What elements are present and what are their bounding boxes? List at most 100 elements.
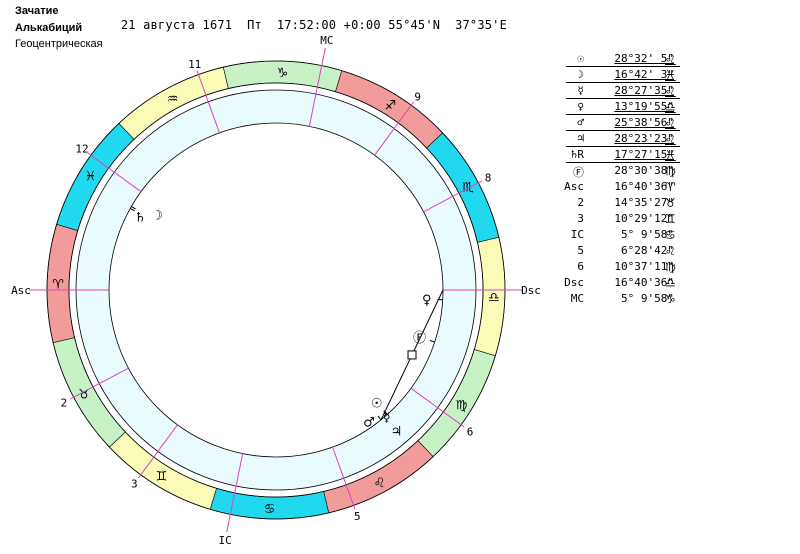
mars-icon: ♂ bbox=[363, 415, 375, 430]
cusp-label-ic: IC bbox=[218, 534, 231, 547]
position-label: ♀ bbox=[577, 100, 584, 113]
cusp-label-2: 2 bbox=[61, 396, 68, 409]
position-sign-icon: ♍ bbox=[665, 260, 676, 274]
position-sign-icon: ♉ bbox=[665, 196, 676, 210]
position-label: IC bbox=[570, 228, 584, 241]
cusp-label-9: 9 bbox=[414, 90, 421, 103]
position-label: 5 bbox=[577, 244, 584, 257]
position-sign-icon: ♍ bbox=[665, 164, 676, 178]
cusp-label-12: 12 bbox=[75, 143, 88, 156]
row-underline bbox=[566, 66, 680, 67]
position-label: MC bbox=[570, 292, 584, 305]
natal-wheel: ♈♉♊♋♌♍♎♏♐♑♒♓ Asc23IC56Dsc89MC1112 ☉☽☿♀♂♃… bbox=[11, 34, 540, 547]
position-label: Asc bbox=[564, 180, 584, 193]
position-sign-icon: ♎ bbox=[665, 276, 676, 290]
leo-icon: ♌ bbox=[374, 476, 386, 491]
position-row-mercury: ☿ 28°27'35" ♌ bbox=[544, 84, 684, 100]
position-sign-icon: ♑ bbox=[665, 292, 676, 306]
aspect-square-icon bbox=[407, 350, 417, 360]
position-sign-icon: ♌ bbox=[665, 116, 676, 130]
position-sign-icon: ♓ bbox=[665, 148, 676, 162]
position-value: 14°35'27" bbox=[614, 196, 674, 209]
position-sign-icon: ♌ bbox=[665, 244, 676, 258]
position-sign-icon: ♌ bbox=[665, 132, 676, 146]
position-label: Ⓕ bbox=[573, 166, 584, 179]
position-value: 28°23'23" bbox=[614, 132, 674, 145]
position-row-moon: ☽ 16°42' 3" ♓ bbox=[544, 68, 684, 84]
position-value: 13°19'55" bbox=[614, 100, 674, 113]
position-label: 6 bbox=[577, 260, 584, 273]
positions-table: ☉ 28°32' 5" ♌ ☽ 16°42' 3" ♓ ☿ 28°27'35" ♌ ♀ 13°19'… bbox=[544, 52, 684, 308]
position-value: 10°29'12" bbox=[614, 212, 674, 225]
moon-icon: ☽ bbox=[151, 209, 163, 224]
virgo-icon: ♍ bbox=[456, 398, 468, 413]
jupiter-icon: ♃ bbox=[391, 425, 403, 440]
position-sign-icon: ♎ bbox=[665, 100, 676, 114]
center-circle bbox=[108, 122, 444, 458]
cusp-label-8: 8 bbox=[485, 172, 492, 185]
position-sign-icon: ♌ bbox=[665, 84, 676, 98]
position-row-ic: IC 5° 9'58" ♋ bbox=[544, 228, 684, 244]
position-row-mars: ♂ 25°38'56" ♌ bbox=[544, 116, 684, 132]
venus-icon: ♀ bbox=[422, 293, 432, 308]
position-value: 28°30'38" bbox=[614, 164, 674, 177]
position-value: 16°40'36" bbox=[614, 180, 674, 193]
libra-icon: ♎ bbox=[488, 290, 500, 305]
position-row-venus: ♀ 13°19'55" ♎ bbox=[544, 100, 684, 116]
position-value: 28°32' 5" bbox=[614, 52, 674, 65]
position-label: ☽ bbox=[577, 68, 584, 81]
cusp-label-asc: Asc bbox=[11, 284, 31, 297]
position-label: ♄R bbox=[570, 148, 584, 161]
aquarius-icon: ♒ bbox=[167, 92, 179, 107]
position-value: 5° 9'58" bbox=[621, 228, 674, 241]
row-underline bbox=[566, 162, 680, 163]
position-row-jupiter: ♃ 28°23'23" ♌ bbox=[544, 132, 684, 148]
cusp-label-3: 3 bbox=[131, 478, 138, 491]
position-sign-icon: ♓ bbox=[665, 68, 676, 82]
position-sign-icon: ♌ bbox=[665, 52, 676, 66]
position-label: 2 bbox=[577, 196, 584, 209]
cusp-label-mc: MC bbox=[320, 34, 333, 47]
position-row-mc: MC 5° 9'58" ♑ bbox=[544, 292, 684, 308]
position-sign-icon: ♈ bbox=[665, 180, 676, 194]
sun-icon: ☉ bbox=[371, 396, 383, 411]
position-label: 3 bbox=[577, 212, 584, 225]
saturn-icon: ♄ bbox=[134, 210, 146, 225]
row-underline bbox=[566, 146, 680, 147]
gemini-icon: ♊ bbox=[156, 470, 168, 485]
position-value: 28°27'35" bbox=[614, 84, 674, 97]
position-row-house-2: 2 14°35'27" ♉ bbox=[544, 196, 684, 212]
position-value: 16°40'36" bbox=[614, 276, 674, 289]
cancer-icon: ♋ bbox=[264, 502, 276, 517]
position-row-house-3: 3 10°29'12" ♊ bbox=[544, 212, 684, 228]
position-value: 5° 9'58" bbox=[621, 292, 674, 305]
cusp-label-5: 5 bbox=[354, 510, 361, 523]
position-value: 6°28'42" bbox=[621, 244, 674, 257]
position-row-house-6: 6 10°37'11" ♍ bbox=[544, 260, 684, 276]
position-label: Dsc bbox=[564, 276, 584, 289]
position-value: 25°38'56" bbox=[614, 116, 674, 129]
position-value: 17°27'15" bbox=[614, 148, 674, 161]
row-underline bbox=[566, 98, 680, 99]
row-underline bbox=[566, 130, 680, 131]
position-value: 16°42' 3" bbox=[614, 68, 674, 81]
position-sign-icon: ♋ bbox=[665, 228, 676, 242]
row-underline bbox=[566, 82, 680, 83]
row-underline bbox=[566, 114, 680, 115]
cusp-label-6: 6 bbox=[467, 425, 474, 438]
position-row-saturn: ♄R 17°27'15" ♓ bbox=[544, 148, 684, 164]
position-label: ♃ bbox=[577, 132, 584, 145]
cusp-label-dsc: Dsc bbox=[521, 284, 540, 297]
position-row-sun: ☉ 28°32' 5" ♌ bbox=[544, 52, 684, 68]
capricorn-icon: ♑ bbox=[277, 66, 289, 81]
cusp-label-11: 11 bbox=[188, 58, 201, 71]
position-label: ♂ bbox=[577, 116, 584, 129]
position-value: 10°37'11" bbox=[614, 260, 674, 273]
position-row-fortune: Ⓕ 28°30'38" ♍ bbox=[544, 164, 684, 180]
position-sign-icon: ♊ bbox=[665, 212, 676, 226]
pisces-icon: ♓ bbox=[85, 170, 97, 185]
inner-band bbox=[68, 82, 484, 498]
position-label: ☿ bbox=[577, 84, 584, 97]
position-row-house-5: 5 6°28'42" ♌ bbox=[544, 244, 684, 260]
position-row-dsc: Dsc 16°40'36" ♎ bbox=[544, 276, 684, 292]
